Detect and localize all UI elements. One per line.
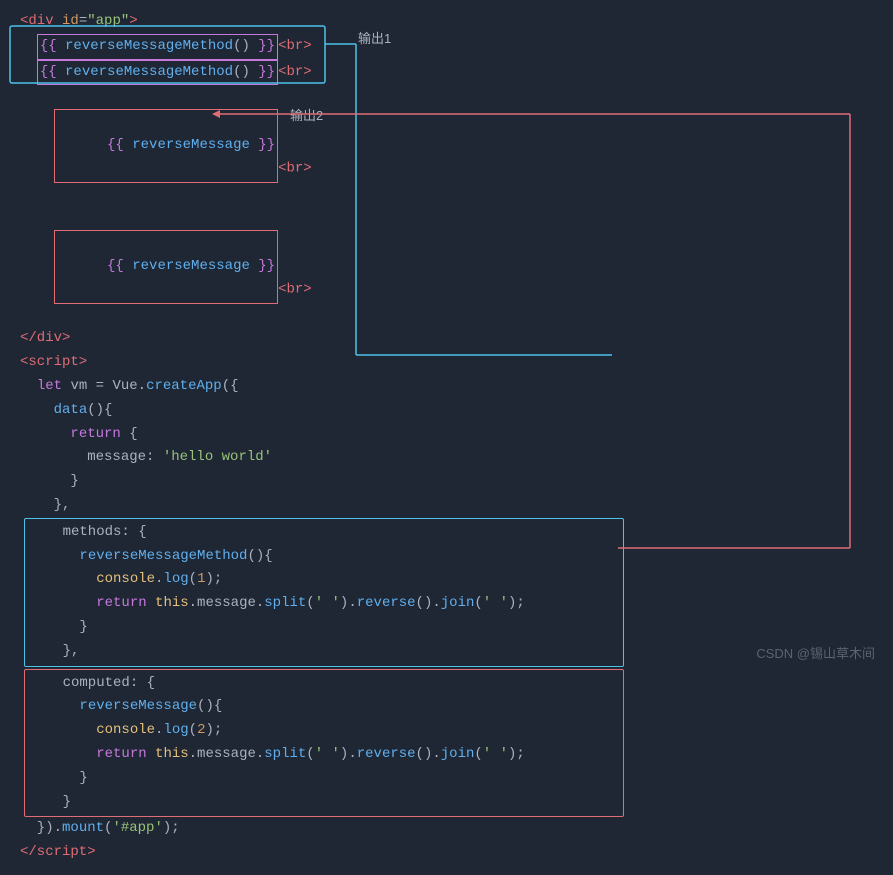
code-line-24: } <box>29 767 619 791</box>
code-line-26: }).mount('#app'); <box>20 817 873 841</box>
code-line-14: methods: { <box>29 521 619 545</box>
code-line-12: } <box>20 470 873 494</box>
code-line-23: return this.message.split(' ').reverse()… <box>29 743 619 767</box>
code-line-10: return { <box>20 423 873 447</box>
code-line-27: </script> <box>20 841 873 865</box>
footer-watermark: CSDN @锡山草木间 <box>756 643 875 662</box>
code-line-16: console.log(1); <box>29 568 619 592</box>
code-line-22: console.log(2); <box>29 719 619 743</box>
code-line-2: {{ reverseMessageMethod() }}<br> <box>20 34 873 60</box>
code-line-20: computed: { <box>29 672 619 696</box>
code-line-25: } <box>29 791 619 815</box>
code-line-13: }, <box>20 494 873 518</box>
code-line-11: message: 'hello world' <box>20 446 873 470</box>
code-line-21: reverseMessage(){ <box>29 695 619 719</box>
code-line-5: {{ reverseMessage }} <br> <box>20 206 873 327</box>
code-line-1: <div id="app"> <box>20 10 873 34</box>
code-line-18: } <box>29 616 619 640</box>
code-line-8: let vm = Vue.createApp({ <box>20 375 873 399</box>
code-line-19: }, <box>29 640 619 664</box>
code-editor: <div id="app"> {{ reverseMessageMethod()… <box>0 0 893 875</box>
code-line-6: </div> <box>20 327 873 351</box>
computed-block: computed: { reverseMessage(){ console.lo… <box>24 669 624 818</box>
code-line-3: {{ reverseMessageMethod() }}<br> <box>20 60 873 86</box>
code-line-17: return this.message.split(' ').reverse()… <box>29 592 619 616</box>
code-line-7: <script> <box>20 351 873 375</box>
code-line-4: {{ reverseMessage }} <br> <box>20 85 873 206</box>
code-line-15: reverseMessageMethod(){ <box>29 545 619 569</box>
methods-block: methods: { reverseMessageMethod(){ conso… <box>24 518 624 667</box>
code-line-9: data(){ <box>20 399 873 423</box>
